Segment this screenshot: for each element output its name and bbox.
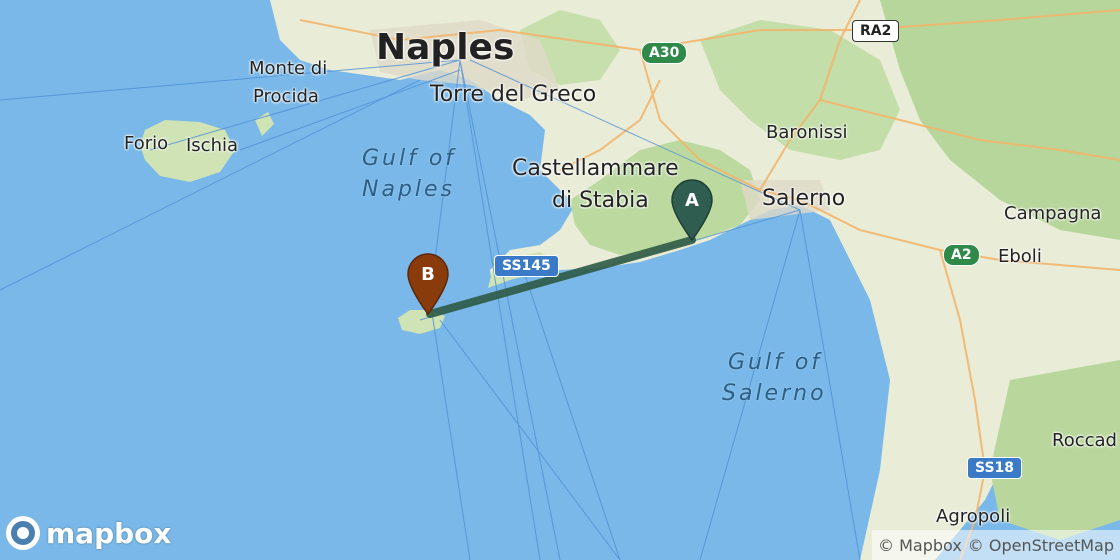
label-agropoli: Agropoli [936,506,1011,527]
label-castellammare: Castellammare [512,156,679,181]
road-shield-a2: A2 [943,244,980,266]
label-gulf-of-naples: Gulf of Naples [362,144,456,206]
mapbox-logo-text: mapbox [46,516,172,550]
label-di-stabia: di Stabia [552,188,649,213]
marker-b-label: B [421,264,435,285]
label-monte-di: Monte di [249,58,328,79]
road-shield-ss145: SS145 [494,255,559,277]
label-salerno: Salerno [762,186,846,211]
road-shield-a30: A30 [641,42,688,64]
label-gulf-of-salerno-line2: Salerno [722,380,827,406]
label-roccad: Roccad [1052,430,1117,451]
marker-a[interactable]: A [668,178,716,242]
road-shield-ra2: RA2 [852,20,900,42]
attribution-osm-link[interactable]: © OpenStreetMap [968,536,1114,555]
label-gulf-of-salerno: Gulf of Salerno [722,348,827,410]
map-attribution: © Mapbox © OpenStreetMap [872,530,1120,560]
label-forio: Forio [124,133,169,154]
mapbox-logo[interactable]: mapbox [6,516,171,550]
label-gulf-of-naples-line1: Gulf of [362,146,457,171]
label-ischia: Ischia [186,135,239,156]
label-gulf-of-naples-line2: Naples [362,176,456,202]
label-torre-del-greco: Torre del Greco [430,82,597,107]
label-campagna: Campagna [1004,203,1102,224]
label-eboli: Eboli [998,246,1042,267]
label-baronissi: Baronissi [766,122,848,143]
marker-b[interactable]: B [404,252,452,316]
map-canvas[interactable]: Naples Monte di Procida Torre del Greco … [0,0,1120,560]
label-procida: Procida [253,86,319,107]
mapbox-logo-icon [6,516,40,550]
marker-a-label: A [685,190,699,211]
label-gulf-of-salerno-line1: Gulf of [728,350,823,375]
road-shield-ss18: SS18 [967,457,1023,479]
label-naples: Naples [376,27,515,68]
attribution-mapbox-link[interactable]: © Mapbox [878,536,962,555]
